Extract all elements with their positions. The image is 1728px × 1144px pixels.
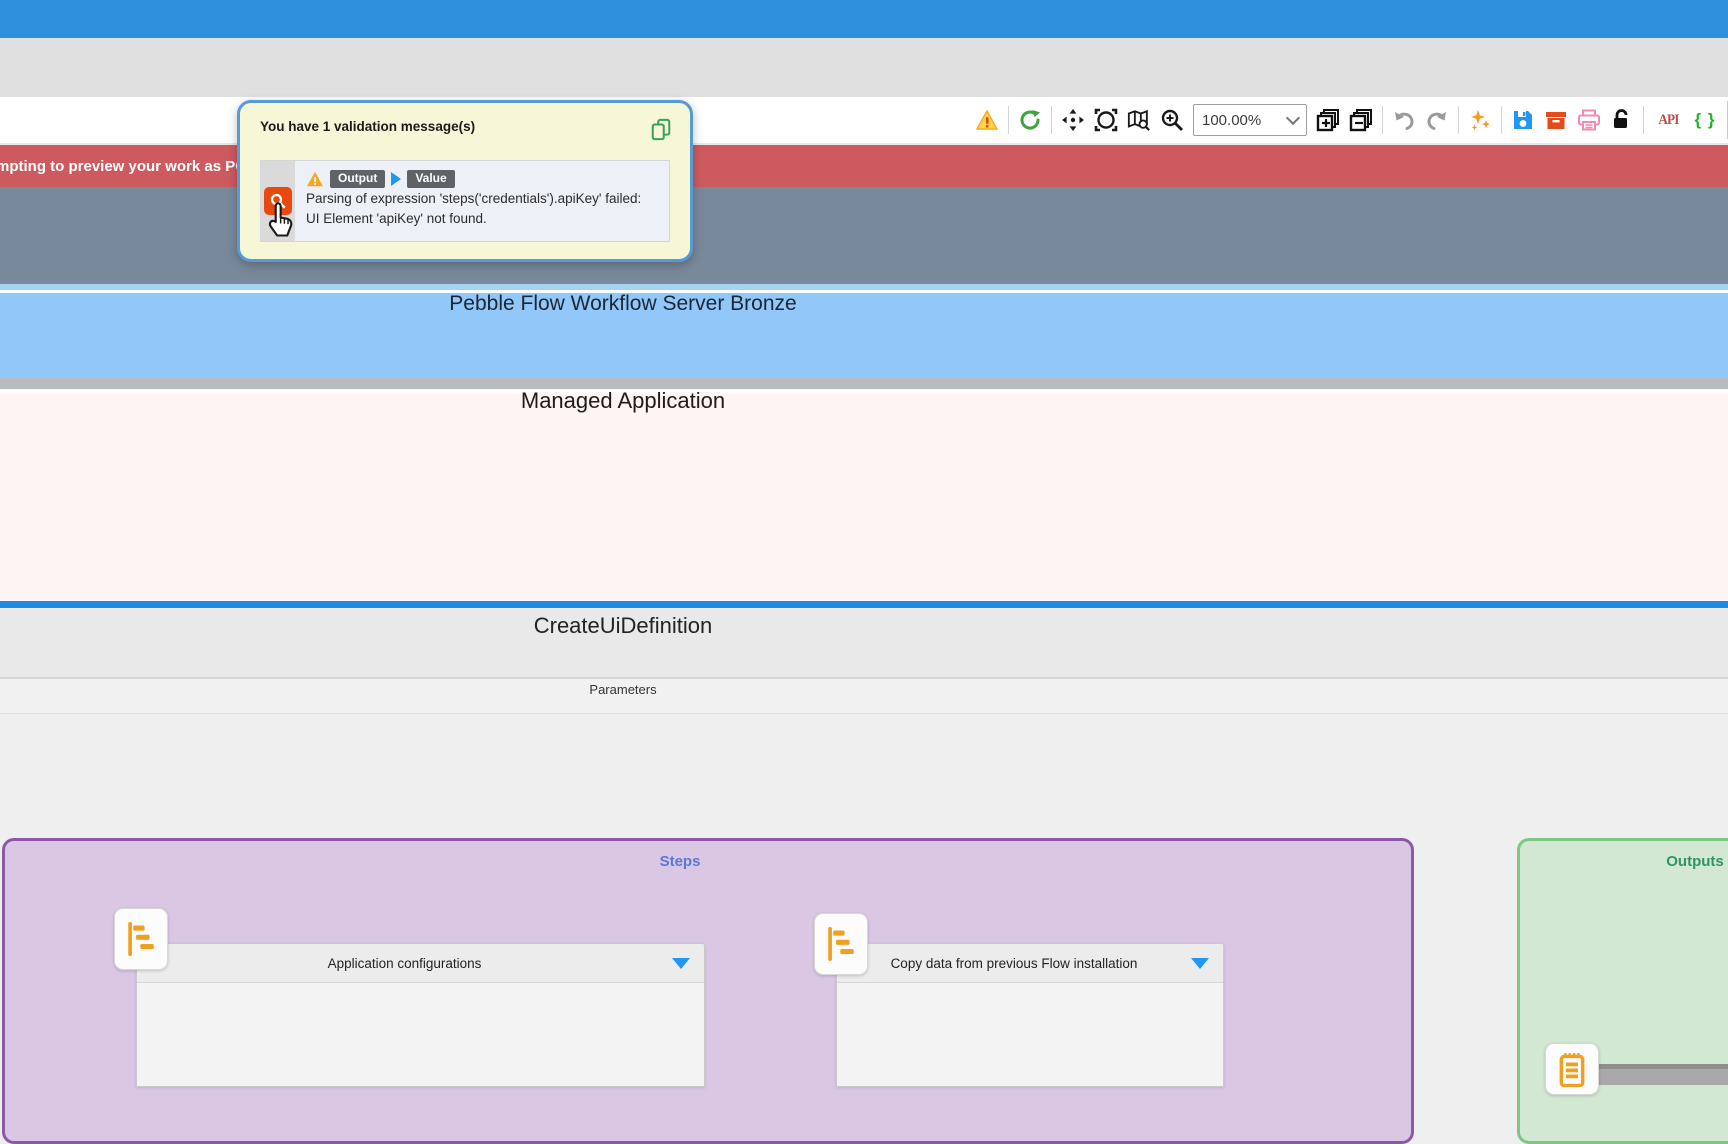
- output-card-top-edge[interactable]: [1597, 1064, 1728, 1085]
- warning-icon: [306, 171, 324, 187]
- message-path-row: Output Value: [306, 169, 663, 189]
- archive-icon[interactable]: [1544, 107, 1568, 133]
- banner-text: mpting to preview your work as PO: [0, 158, 247, 175]
- workflow-server-title[interactable]: Pebble Flow Workflow Server Bronze: [449, 292, 796, 316]
- selection-divider-line: [0, 601, 1728, 608]
- step-card-copy-data[interactable]: Copy data from previous Flow installatio…: [836, 943, 1224, 1087]
- outputs-panel-label[interactable]: Outputs: [1666, 853, 1724, 870]
- gantt-steps-icon: [824, 924, 858, 964]
- step-card-header[interactable]: Copy data from previous Flow installatio…: [837, 944, 1223, 983]
- toolbar-separator: [1008, 106, 1009, 134]
- path-badge-value: Value: [407, 170, 454, 188]
- output-icon-tile[interactable]: [1545, 1043, 1599, 1095]
- validation-message-row: Output Value Parsing of expression 'step…: [260, 160, 670, 242]
- step-icon-tile[interactable]: [814, 913, 868, 975]
- toolbar-separator: [1643, 106, 1644, 134]
- workflow-server-band[interactable]: [0, 293, 1728, 378]
- validation-message-content: Output Value Parsing of expression 'step…: [306, 169, 663, 229]
- toolbar-separator: [1051, 106, 1052, 134]
- zoom-in-icon[interactable]: [1160, 107, 1184, 133]
- parameters-band[interactable]: [0, 679, 1728, 714]
- validation-popup: You have 1 validation message(s) Output …: [237, 100, 693, 262]
- workflow-node-title[interactable]: CreateUiDefinition: [534, 613, 713, 639]
- expand-all-icon[interactable]: [1316, 107, 1340, 133]
- redo-icon[interactable]: [1425, 107, 1449, 133]
- hand-cursor-icon: [264, 201, 300, 248]
- gantt-steps-icon: [124, 919, 158, 959]
- step-icon-tile[interactable]: [114, 908, 168, 970]
- toolbar-separator: [1458, 106, 1459, 134]
- step-card-header[interactable]: Application configurations: [137, 944, 704, 983]
- message-line-1: Parsing of expression 'steps('credential…: [306, 189, 663, 209]
- pan-icon[interactable]: [1061, 107, 1085, 133]
- managed-application-band[interactable]: [0, 394, 1728, 601]
- toolbar-separator: [1501, 106, 1502, 134]
- unlock-icon[interactable]: [1610, 107, 1634, 133]
- save-icon[interactable]: [1511, 107, 1535, 133]
- overview-map-icon[interactable]: [1127, 107, 1151, 133]
- message-line-2: UI Element 'apiKey' not found.: [306, 209, 663, 229]
- collapse-all-icon[interactable]: [1349, 107, 1373, 133]
- chevron-down-icon[interactable]: [1191, 958, 1209, 969]
- validation-popup-title: You have 1 validation message(s): [260, 119, 475, 134]
- print-icon[interactable]: [1577, 107, 1601, 133]
- path-arrow-icon: [391, 172, 401, 186]
- zoom-level-select[interactable]: 100.00%: [1193, 104, 1307, 136]
- fit-view-icon[interactable]: [1094, 107, 1118, 133]
- path-badge-output: Output: [330, 170, 385, 188]
- parameters-label[interactable]: Parameters: [589, 682, 656, 697]
- window-header-bar: [0, 38, 1728, 98]
- auto-arrange-icon[interactable]: [1468, 107, 1492, 133]
- step-card-title: Application configurations: [137, 956, 672, 971]
- outputs-panel[interactable]: [1517, 838, 1728, 1144]
- zoom-level-value: 100.00%: [1202, 112, 1261, 129]
- code-braces-icon[interactable]: { }: [1692, 107, 1718, 133]
- chevron-down-icon[interactable]: [672, 958, 690, 969]
- toolbar-separator: [1382, 106, 1383, 134]
- chevron-down-icon: [1286, 111, 1300, 125]
- toolbar-button-strip: 100.00% API { }: [975, 97, 1728, 143]
- validation-warning-icon[interactable]: [975, 107, 999, 133]
- copy-icon[interactable]: [650, 118, 672, 147]
- refresh-icon[interactable]: [1018, 107, 1042, 133]
- clipboard-icon: [1556, 1051, 1588, 1087]
- undo-icon[interactable]: [1392, 107, 1416, 133]
- steps-panel-label[interactable]: Steps: [660, 853, 701, 870]
- server-band-bottom-strip: [0, 378, 1728, 389]
- step-card-title: Copy data from previous Flow installatio…: [837, 956, 1191, 971]
- workflow-node-band[interactable]: [0, 608, 1728, 679]
- managed-application-title[interactable]: Managed Application: [521, 388, 725, 414]
- step-card-application-configurations[interactable]: Application configurations: [136, 943, 705, 1087]
- browser-top-bar: [0, 0, 1728, 38]
- api-icon[interactable]: API: [1653, 107, 1683, 133]
